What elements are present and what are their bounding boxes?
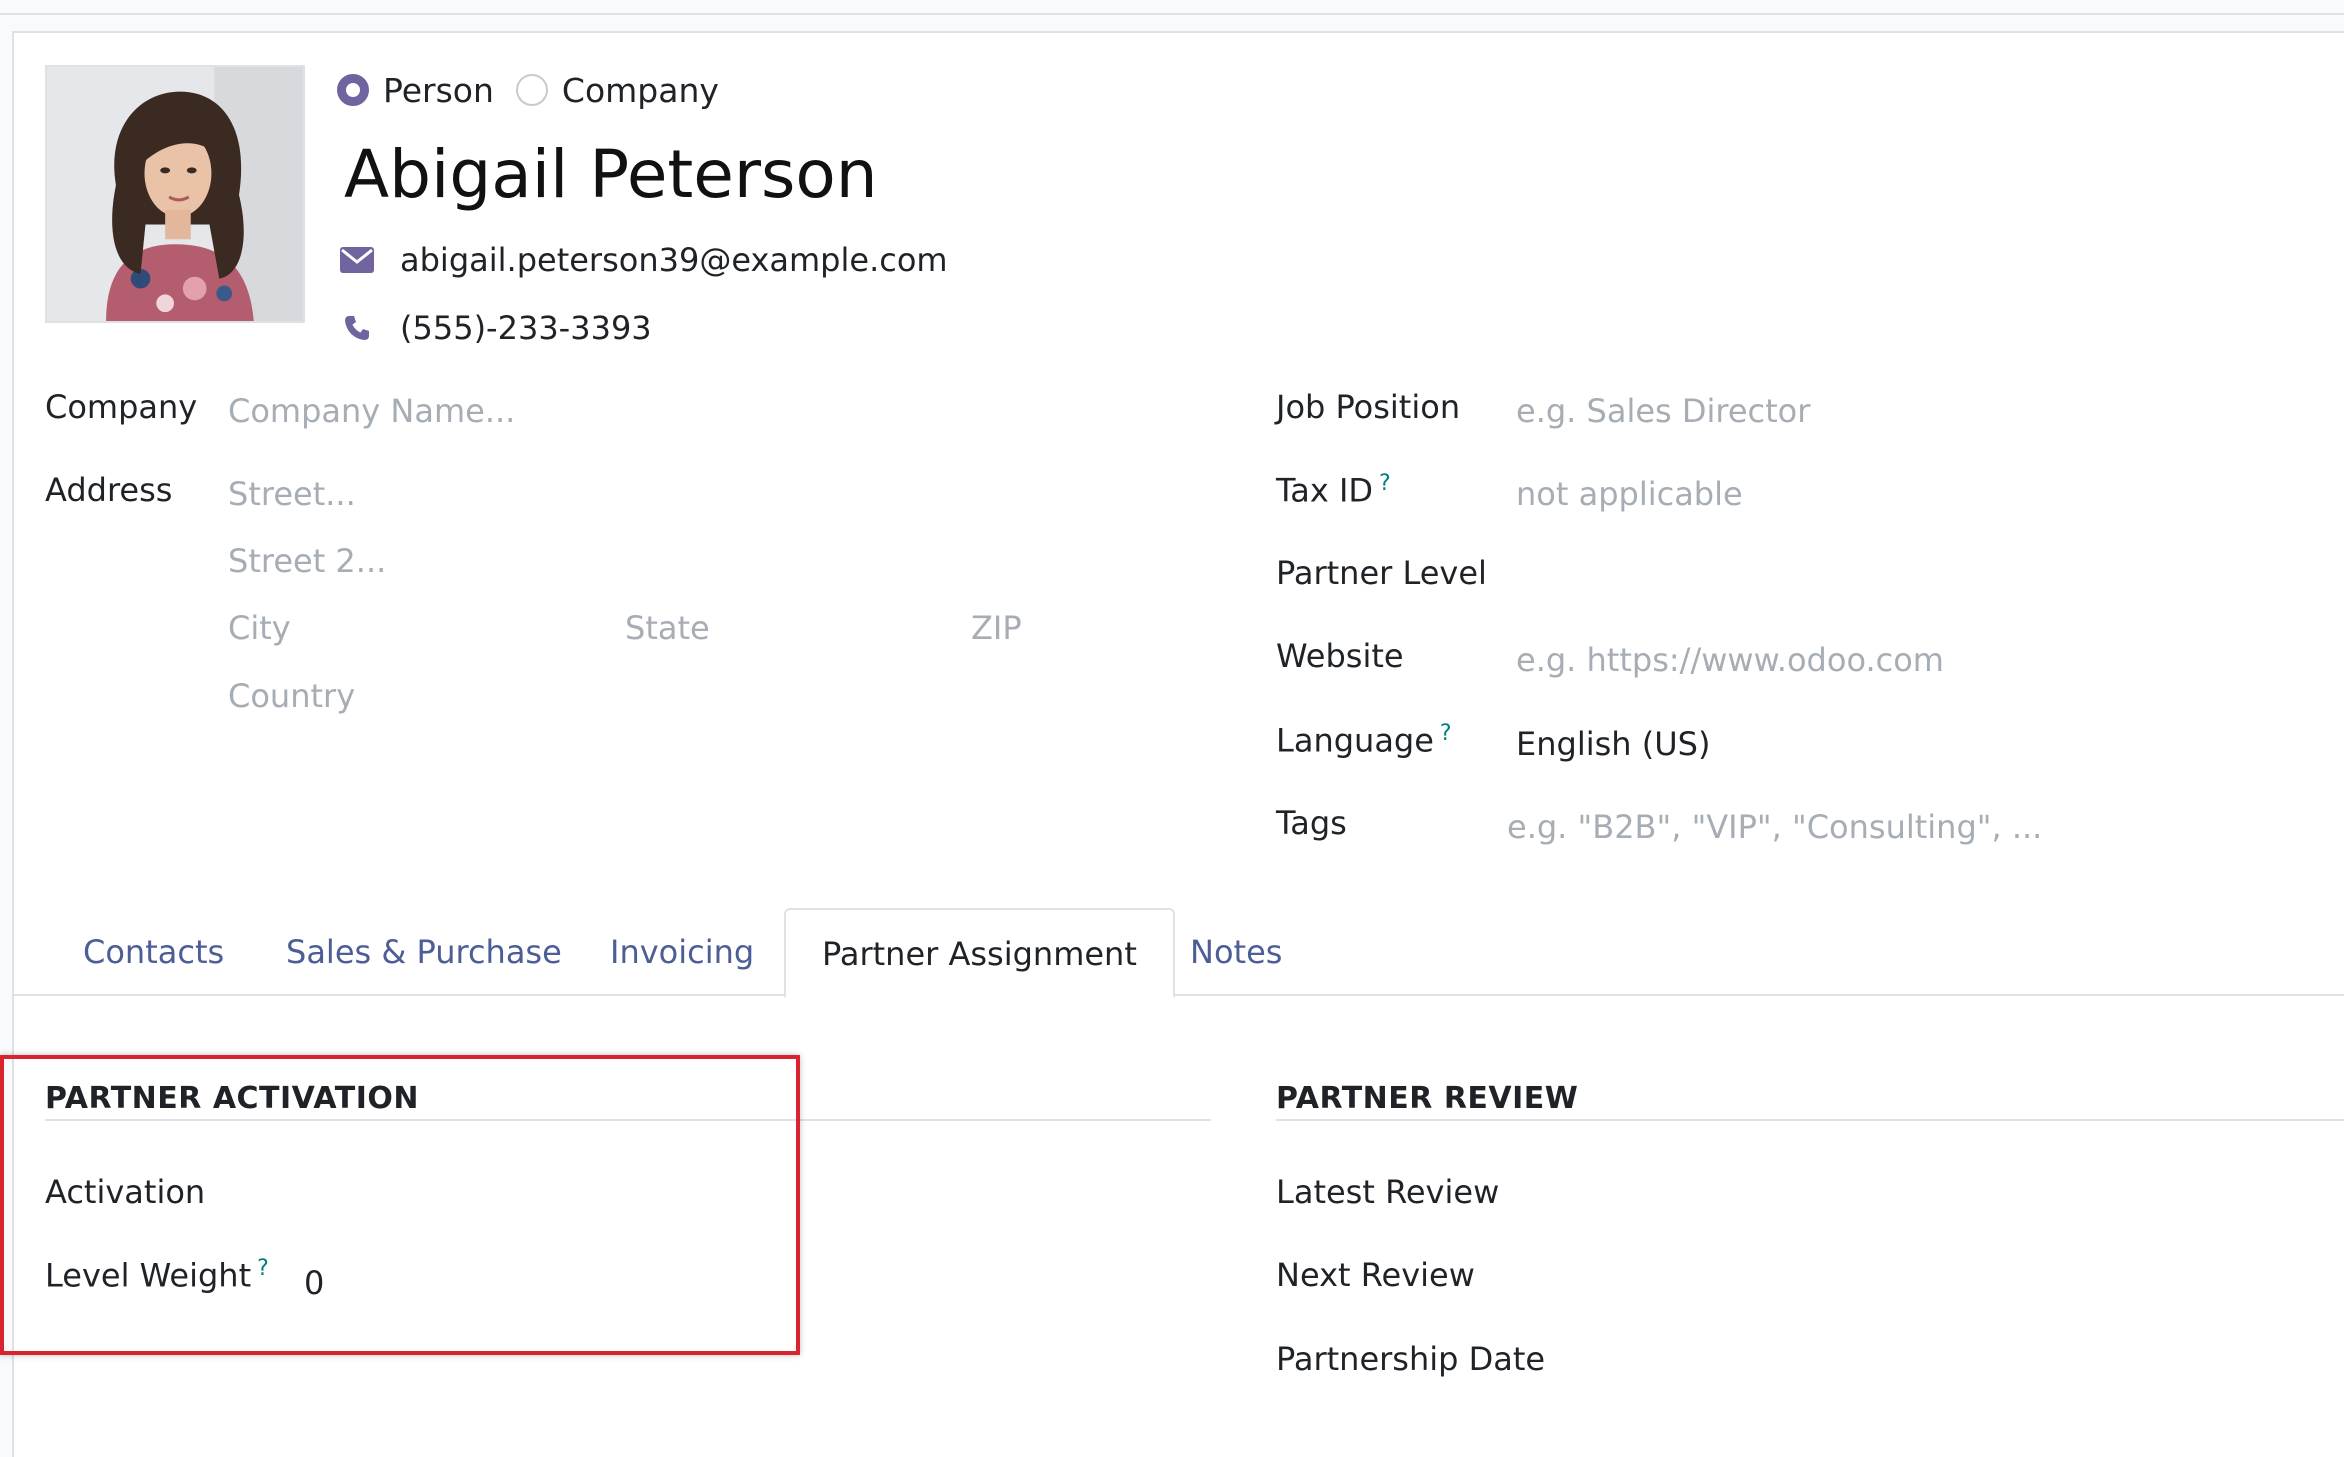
tab-contacts[interactable]: Contacts: [83, 908, 224, 996]
highlight-box: [0, 1055, 800, 1355]
street2-input[interactable]: Street 2...: [228, 542, 386, 580]
tax-id-input[interactable]: not applicable: [1516, 475, 1743, 513]
language-label-text: Language: [1276, 721, 1434, 760]
email-row: abigail.peterson39@example.com: [340, 241, 948, 279]
phone-field[interactable]: (555)-233-3393: [400, 309, 652, 347]
avatar[interactable]: [45, 65, 305, 323]
language-help-icon[interactable]: ?: [1440, 721, 1452, 746]
phone-row: (555)-233-3393: [340, 309, 652, 347]
tab-notes[interactable]: Notes: [1190, 908, 1282, 996]
city-input[interactable]: City: [228, 609, 291, 647]
radio-person[interactable]: [337, 74, 369, 106]
company-input[interactable]: Company Name...: [228, 392, 515, 430]
tax-id-help-icon[interactable]: ?: [1379, 471, 1391, 496]
avatar-photo: [47, 67, 303, 321]
next-review-label: Next Review: [1276, 1256, 1475, 1294]
top-bar: [0, 0, 2344, 15]
partner-level-label: Partner Level: [1276, 554, 1487, 592]
state-input[interactable]: State: [625, 609, 710, 647]
job-position-label: Job Position: [1276, 388, 1461, 426]
contact-name[interactable]: Abigail Peterson: [344, 130, 878, 220]
tags-input[interactable]: e.g. "B2B", "VIP", "Consulting", ...: [1507, 808, 2042, 846]
partner-review-divider: [1276, 1119, 2344, 1121]
company-label: Company: [45, 388, 198, 426]
partnership-date-label: Partnership Date: [1276, 1340, 1546, 1378]
website-label: Website: [1276, 637, 1404, 675]
tags-label: Tags: [1276, 804, 1347, 842]
street-input[interactable]: Street...: [228, 475, 356, 513]
phone-icon: [340, 311, 374, 345]
language-label: Language?: [1276, 721, 1452, 760]
job-position-input[interactable]: e.g. Sales Director: [1516, 392, 1810, 430]
radio-person-label[interactable]: Person: [383, 71, 494, 110]
country-input[interactable]: Country: [228, 677, 355, 715]
radio-company[interactable]: [515, 74, 548, 106]
envelope-icon: [340, 243, 374, 277]
zip-input[interactable]: ZIP: [971, 609, 1022, 647]
radio-company-label[interactable]: Company: [562, 71, 719, 110]
tax-id-label: Tax ID?: [1276, 471, 1391, 510]
tax-id-label-text: Tax ID: [1276, 471, 1374, 510]
partner-review-title: PARTNER REVIEW: [1276, 1081, 1579, 1116]
email-field[interactable]: abigail.peterson39@example.com: [400, 241, 948, 279]
notebook-tabs: Contacts Sales & Purchase Invoicing Part…: [12, 908, 2344, 998]
latest-review-label: Latest Review: [1276, 1173, 1500, 1211]
tab-invoicing[interactable]: Invoicing: [610, 908, 754, 996]
language-select[interactable]: English (US): [1516, 725, 1710, 763]
address-label: Address: [45, 471, 173, 509]
tab-sales-purchase[interactable]: Sales & Purchase: [286, 908, 562, 996]
contact-type-selector: Person Company: [337, 66, 741, 114]
website-input[interactable]: e.g. https://www.odoo.com: [1516, 641, 1944, 679]
tab-partner-assignment[interactable]: Partner Assignment: [784, 908, 1175, 998]
